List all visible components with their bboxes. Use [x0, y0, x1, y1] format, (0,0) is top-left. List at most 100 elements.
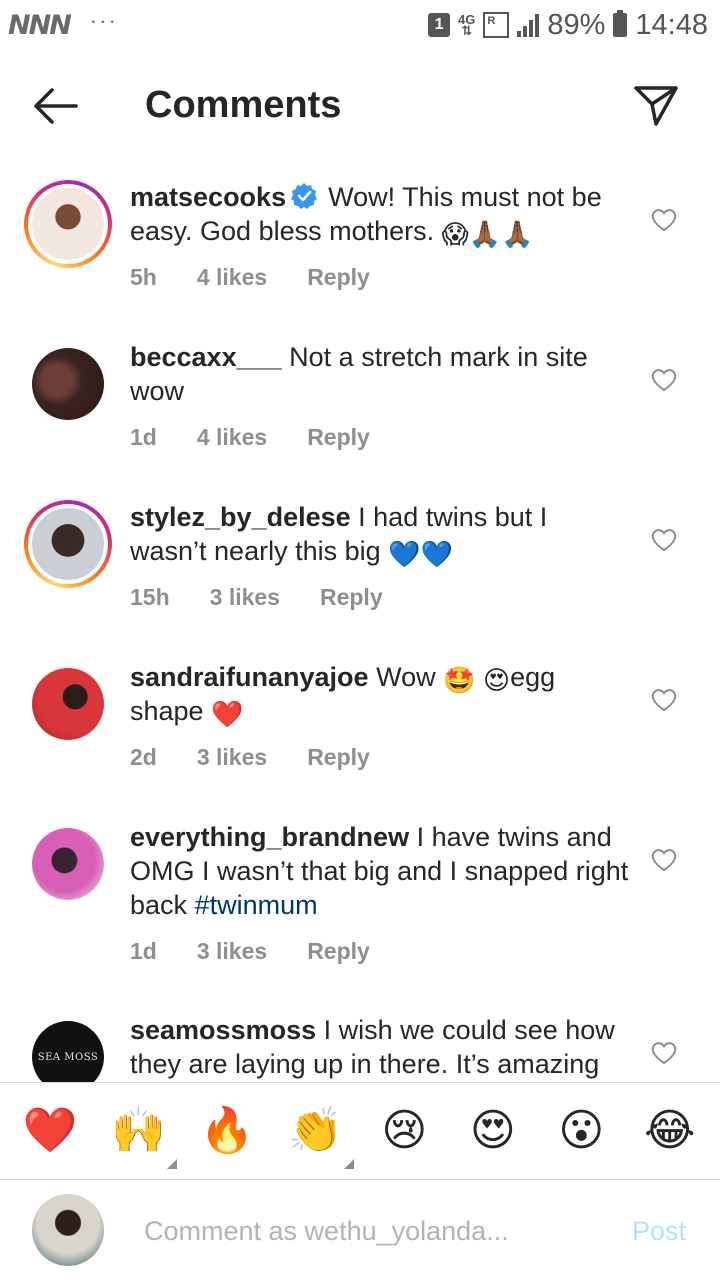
reaction-crying-face[interactable]: 😢: [374, 1101, 434, 1161]
comment-meta: 1d 4 likes Reply: [130, 420, 630, 454]
comment-likes[interactable]: 3 likes: [210, 580, 280, 614]
red-heart-icon: ❤️: [22, 1106, 78, 1155]
surprised-face-icon: 😮: [558, 1106, 605, 1155]
comment-username[interactable]: sandraifunanyajoe: [130, 662, 369, 692]
like-heart-icon[interactable]: [650, 1039, 678, 1067]
comment-username[interactable]: matsecooks: [130, 182, 286, 212]
comment-text: Wow: [376, 662, 436, 692]
back-button[interactable]: [30, 86, 80, 126]
comment-username[interactable]: everything_brandnew: [130, 822, 409, 852]
avatar-story-ring[interactable]: [24, 500, 112, 588]
battery-percent: 89%: [547, 8, 606, 41]
comment-body: beccaxx___ Not a stretch mark in site wo…: [130, 340, 630, 454]
avatar-logo-text: SEA MOSS: [37, 1051, 99, 1063]
avatar-story-ring[interactable]: [24, 180, 112, 268]
avatar: [32, 348, 104, 420]
status-right: 1 4G ⇅ R 89% 14:48: [428, 9, 708, 42]
like-heart-icon[interactable]: [650, 206, 678, 234]
comment-item: stylez_by_delese I had twins but I wasn’…: [0, 480, 720, 640]
comment-meta: 5h 4 likes Reply: [130, 260, 630, 294]
emoji-group: 💙💙: [388, 539, 453, 569]
network-type: 4G ⇅: [458, 13, 475, 38]
comment-composer: Post: [0, 1180, 720, 1280]
avatar: [28, 184, 108, 264]
comment-meta: 15h 3 likes Reply: [130, 580, 630, 614]
comment-meta: 1d 3 likes Reply: [130, 934, 630, 968]
comment-body: matsecooks Wow! This must not be easy. Go…: [130, 180, 630, 294]
comment-time: 2d: [130, 744, 157, 770]
comment-time: 1d: [130, 938, 157, 964]
skin-tone-indicator-icon: [166, 1159, 177, 1169]
page-title: Comments: [145, 84, 342, 126]
avatar: [32, 668, 104, 740]
signal-strength-icon: [517, 13, 540, 37]
avatar: SEA MOSS: [32, 1021, 104, 1082]
status-left: NNN ···: [8, 10, 118, 41]
like-heart-icon[interactable]: [650, 686, 678, 714]
avatar: [28, 504, 108, 584]
comment-username[interactable]: beccaxx___: [130, 342, 282, 372]
arrow-left-icon: [34, 88, 78, 124]
reply-button[interactable]: Reply: [320, 580, 383, 614]
emoji-red-heart: ❤️: [211, 699, 244, 729]
laughing-tears-icon: 😂: [644, 1106, 696, 1155]
comment-item: beccaxx___ Not a stretch mark in site wo…: [0, 320, 720, 480]
avatar-wrap[interactable]: SEA MOSS: [32, 1021, 104, 1082]
comment-likes[interactable]: 4 likes: [197, 420, 267, 454]
post-button[interactable]: Post: [632, 1216, 686, 1247]
reply-button[interactable]: Reply: [307, 420, 370, 454]
raised-hands-icon: 🙌: [111, 1106, 167, 1155]
reaction-surprised[interactable]: 😮: [551, 1101, 611, 1161]
comment-likes[interactable]: 3 likes: [197, 740, 267, 774]
comment-username[interactable]: stylez_by_delese: [130, 502, 351, 532]
like-heart-icon[interactable]: [650, 846, 678, 874]
clapping-hands-icon: 👏: [288, 1106, 344, 1155]
paper-plane-icon: [634, 86, 678, 126]
quick-reactions-bar: ❤️ 🙌 🔥 👏 😢 😍 😮 😂: [0, 1082, 720, 1180]
comment-meta: 2d 3 likes Reply: [130, 740, 630, 774]
reaction-clapping-hands[interactable]: 👏: [286, 1101, 354, 1169]
avatar-wrap[interactable]: [32, 668, 104, 740]
carrier-logos: NNN: [8, 9, 72, 41]
reply-button[interactable]: Reply: [307, 740, 370, 774]
comment-username[interactable]: seamossmoss: [130, 1015, 316, 1045]
comment-item: everything_brandnew I have twins and OMG…: [0, 800, 720, 993]
like-heart-icon[interactable]: [650, 366, 678, 394]
emoji-heart-eyes: 😍: [483, 665, 511, 695]
share-button[interactable]: [632, 82, 680, 130]
reaction-heart-eyes[interactable]: 😍: [463, 1101, 523, 1161]
emoji-star-struck: 🤩: [443, 665, 476, 695]
comment-body: stylez_by_delese I had twins but I wasn’…: [130, 500, 630, 614]
comment-likes[interactable]: 4 likes: [197, 260, 267, 294]
comments-list[interactable]: matsecooks Wow! This must not be easy. Go…: [0, 160, 720, 1082]
heart-eyes-icon: 😍: [469, 1106, 516, 1155]
avatar-wrap[interactable]: [32, 828, 104, 900]
like-heart-icon[interactable]: [650, 526, 678, 554]
header: Comments: [0, 70, 720, 142]
comment-likes[interactable]: 3 likes: [197, 934, 267, 968]
avatar-wrap[interactable]: [32, 348, 104, 420]
comment-item: matsecooks Wow! This must not be easy. Go…: [0, 160, 720, 320]
fire-icon: 🔥: [199, 1106, 255, 1155]
current-user-avatar: [32, 1194, 104, 1266]
avatar: [32, 828, 104, 900]
comment-item: sandraifunanyajoe Wow 🤩 😍egg shape ❤️ 2d…: [0, 640, 720, 800]
crying-face-icon: 😢: [381, 1106, 428, 1155]
clock: 14:48: [635, 8, 708, 41]
comment-item: SEA MOSS seamossmoss I wish we could see…: [0, 993, 720, 1082]
roaming-signal-icon: R: [483, 12, 510, 38]
reply-button[interactable]: Reply: [307, 934, 370, 968]
data-arrows-icon: ⇅: [461, 23, 473, 38]
reaction-fire[interactable]: 🔥: [197, 1101, 257, 1161]
comment-time: 1d: [130, 424, 157, 450]
skin-tone-indicator-icon: [343, 1159, 354, 1169]
reaction-red-heart[interactable]: ❤️: [20, 1101, 80, 1161]
reaction-laughing[interactable]: 😂: [640, 1101, 700, 1161]
comment-time: 5h: [130, 264, 157, 290]
battery-icon: [613, 10, 628, 37]
roaming-label: R: [487, 15, 496, 27]
comment-input[interactable]: [144, 1208, 584, 1254]
reply-button[interactable]: Reply: [307, 260, 370, 294]
reaction-raised-hands[interactable]: 🙌: [109, 1101, 177, 1169]
hashtag-link[interactable]: #twinmum: [195, 890, 318, 920]
